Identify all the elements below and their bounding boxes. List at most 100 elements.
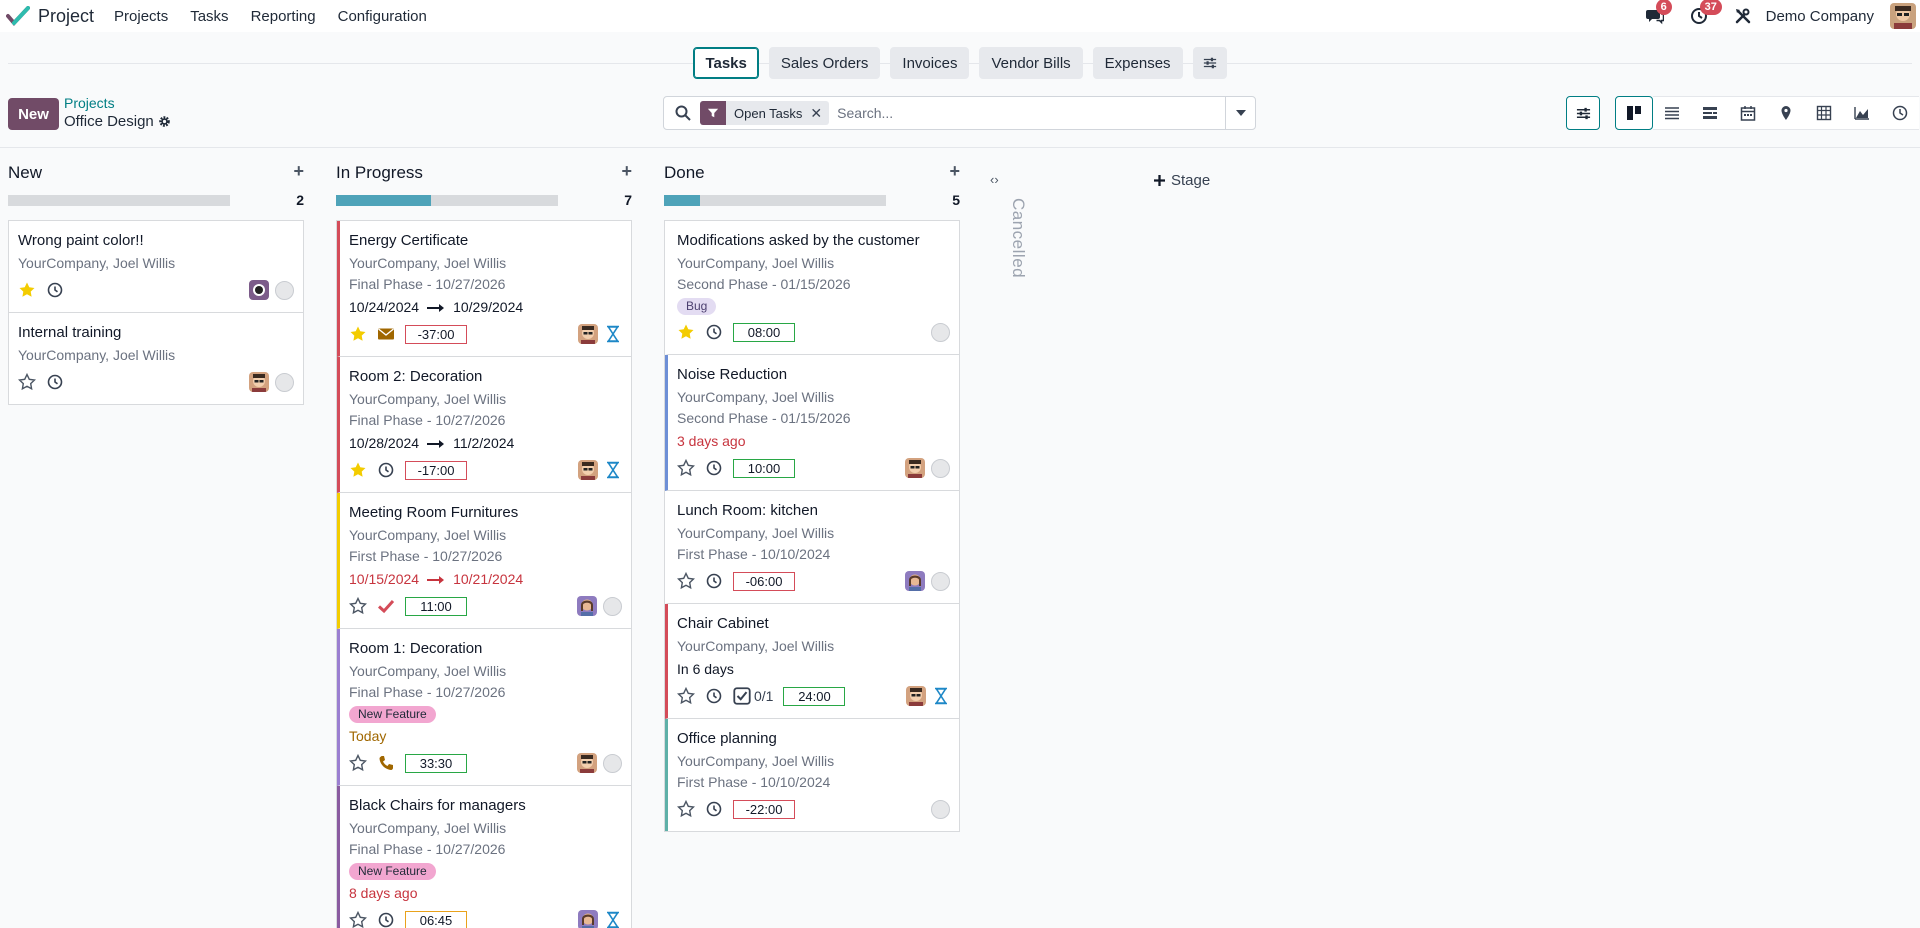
task-state-circle[interactable] <box>931 799 950 819</box>
assignee-avatar[interactable] <box>906 686 926 706</box>
task-card[interactable]: Modifications asked by the customer YourC… <box>665 221 959 355</box>
task-state-circle[interactable] <box>275 372 294 392</box>
clock-icon[interactable] <box>46 373 64 391</box>
task-state-circle[interactable] <box>931 571 950 591</box>
view-gantt-button[interactable] <box>1691 96 1729 130</box>
activities-button[interactable]: 37 <box>1688 0 1722 27</box>
clock-icon[interactable] <box>705 800 723 818</box>
task-card[interactable]: Office planning YourCompany, Joel Willis F… <box>665 719 959 831</box>
company-switcher[interactable]: Demo Company <box>1766 8 1874 25</box>
task-state-circle[interactable] <box>931 322 950 342</box>
view-list-button[interactable] <box>1653 96 1691 130</box>
column-progress-bar[interactable] <box>336 195 558 206</box>
task-card[interactable]: Noise Reduction YourCompany, Joel Willis S… <box>665 355 959 491</box>
star-outline-icon[interactable] <box>349 754 367 772</box>
task-state-circle[interactable] <box>603 753 622 773</box>
star-outline-icon[interactable] <box>349 911 367 928</box>
task-card[interactable]: Room 2: Decoration YourCompany, Joel Will… <box>337 357 631 493</box>
breadcrumb-projects[interactable]: Projects <box>64 95 115 111</box>
star-filled-icon[interactable] <box>18 281 36 299</box>
user-avatar[interactable] <box>1890 3 1916 29</box>
view-calendar-button[interactable] <box>1729 96 1767 130</box>
assignee-avatar[interactable] <box>577 753 597 773</box>
unfold-column-toggle[interactable]: ‹› <box>990 172 999 187</box>
star-outline-icon[interactable] <box>18 373 36 391</box>
assignee-avatar[interactable] <box>249 280 269 300</box>
tab-vendor-bills[interactable]: Vendor Bills <box>979 47 1083 79</box>
column-title[interactable]: Done <box>664 163 705 183</box>
column-quick-add-icon[interactable]: + <box>621 161 632 182</box>
star-filled-icon[interactable] <box>349 325 367 343</box>
menu-configuration[interactable]: Configuration <box>338 8 427 25</box>
star-outline-icon[interactable] <box>677 687 695 705</box>
menu-tasks[interactable]: Tasks <box>190 8 228 25</box>
add-stage-button[interactable]: Stage <box>1154 172 1210 189</box>
task-state-circle[interactable] <box>931 458 950 478</box>
clock-icon[interactable] <box>377 911 395 928</box>
task-card[interactable]: Wrong paint color!! YourCompany, Joel Wil… <box>9 221 303 313</box>
new-task-button[interactable]: New <box>8 98 59 130</box>
subtask-counter[interactable]: 0/1 <box>733 687 773 705</box>
assignee-avatar[interactable] <box>577 596 597 616</box>
task-card[interactable]: Energy Certificate YourCompany, Joel Will… <box>337 221 631 357</box>
check-icon[interactable] <box>377 597 395 615</box>
folded-column-cancelled[interactable]: Cancelled <box>1008 198 1028 278</box>
column-progress-bar[interactable] <box>664 195 886 206</box>
search-input[interactable] <box>837 105 1225 121</box>
clock-icon[interactable] <box>705 572 723 590</box>
tab-invoices[interactable]: Invoices <box>890 47 970 79</box>
view-kanban-button[interactable] <box>1615 96 1653 130</box>
column-progress-bar[interactable] <box>8 195 230 206</box>
clock-icon[interactable] <box>705 459 723 477</box>
view-pivot-button[interactable] <box>1805 96 1843 130</box>
star-filled-icon[interactable] <box>677 323 695 341</box>
filter-panel-button[interactable] <box>1566 96 1600 130</box>
messages-button[interactable]: 6 <box>1644 0 1672 27</box>
clock-icon[interactable] <box>377 461 395 479</box>
envelope-icon[interactable] <box>377 325 395 343</box>
clock-icon[interactable] <box>46 281 64 299</box>
task-state-circle[interactable] <box>603 596 622 616</box>
assignee-avatar[interactable] <box>578 324 598 344</box>
hourglass-icon[interactable] <box>604 325 622 343</box>
task-card[interactable]: Black Chairs for managers YourCompany, Jo… <box>337 786 631 928</box>
column-title[interactable]: In Progress <box>336 163 423 183</box>
clock-icon[interactable] <box>705 687 723 705</box>
debug-tools-button[interactable] <box>1732 5 1754 27</box>
column-quick-add-icon[interactable]: + <box>949 161 960 182</box>
hourglass-icon[interactable] <box>932 687 950 705</box>
assignee-avatar[interactable] <box>578 910 598 928</box>
tab-settings-button[interactable] <box>1192 47 1227 79</box>
task-state-circle[interactable] <box>275 280 294 300</box>
tab-sales-orders[interactable]: Sales Orders <box>768 47 881 79</box>
assignee-avatar[interactable] <box>249 372 269 392</box>
star-outline-icon[interactable] <box>677 572 695 590</box>
search-icon[interactable] <box>674 104 692 122</box>
task-card[interactable]: Internal training YourCompany, Joel Willi… <box>9 313 303 404</box>
task-card[interactable]: Lunch Room: kitchen YourCompany, Joel Wil… <box>665 491 959 604</box>
hourglass-icon[interactable] <box>604 461 622 479</box>
gear-icon[interactable] <box>158 115 171 128</box>
menu-projects[interactable]: Projects <box>114 8 168 25</box>
assignee-avatar[interactable] <box>905 458 925 478</box>
task-card[interactable]: Meeting Room Furnitures YourCompany, Joel… <box>337 493 631 629</box>
star-outline-icon[interactable] <box>677 800 695 818</box>
star-filled-icon[interactable] <box>349 461 367 479</box>
task-card[interactable]: Chair Cabinet YourCompany, Joel Willis In … <box>665 604 959 719</box>
tab-tasks[interactable]: Tasks <box>693 47 759 79</box>
star-outline-icon[interactable] <box>677 459 695 477</box>
task-card[interactable]: Room 1: Decoration YourCompany, Joel Will… <box>337 629 631 786</box>
tab-expenses[interactable]: Expenses <box>1092 47 1183 79</box>
view-activity-button[interactable] <box>1881 96 1919 130</box>
star-outline-icon[interactable] <box>349 597 367 615</box>
column-quick-add-icon[interactable]: + <box>293 161 304 182</box>
view-graph-button[interactable] <box>1843 96 1881 130</box>
search-options-toggle[interactable] <box>1225 97 1255 129</box>
assignee-avatar[interactable] <box>578 460 598 480</box>
hourglass-icon[interactable] <box>604 911 622 928</box>
column-title[interactable]: New <box>8 163 42 183</box>
facet-remove-icon[interactable]: ✕ <box>810 101 829 125</box>
app-brand[interactable]: Project <box>6 6 114 27</box>
view-map-button[interactable] <box>1767 96 1805 130</box>
menu-reporting[interactable]: Reporting <box>251 8 316 25</box>
